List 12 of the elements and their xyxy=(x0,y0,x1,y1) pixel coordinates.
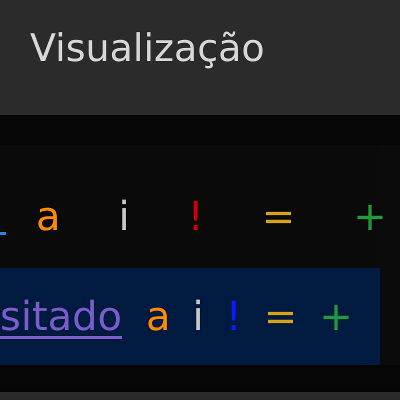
syntax-sample: ! xyxy=(188,193,204,242)
panel-title: Visualização xyxy=(30,25,265,72)
selected-row[interactable]: sitado a i ! = + xyxy=(0,268,380,365)
syntax-sample: = xyxy=(264,292,298,342)
syntax-sample: a xyxy=(146,292,171,342)
syntax-sample: ! xyxy=(226,292,242,342)
syntax-sample: a xyxy=(36,193,61,242)
visited-link-sample: sitado xyxy=(0,292,122,342)
syntax-sample: + xyxy=(319,292,353,342)
syntax-sample: i xyxy=(118,193,130,242)
syntax-sample: i xyxy=(192,292,204,342)
syntax-sample: = xyxy=(262,193,296,242)
